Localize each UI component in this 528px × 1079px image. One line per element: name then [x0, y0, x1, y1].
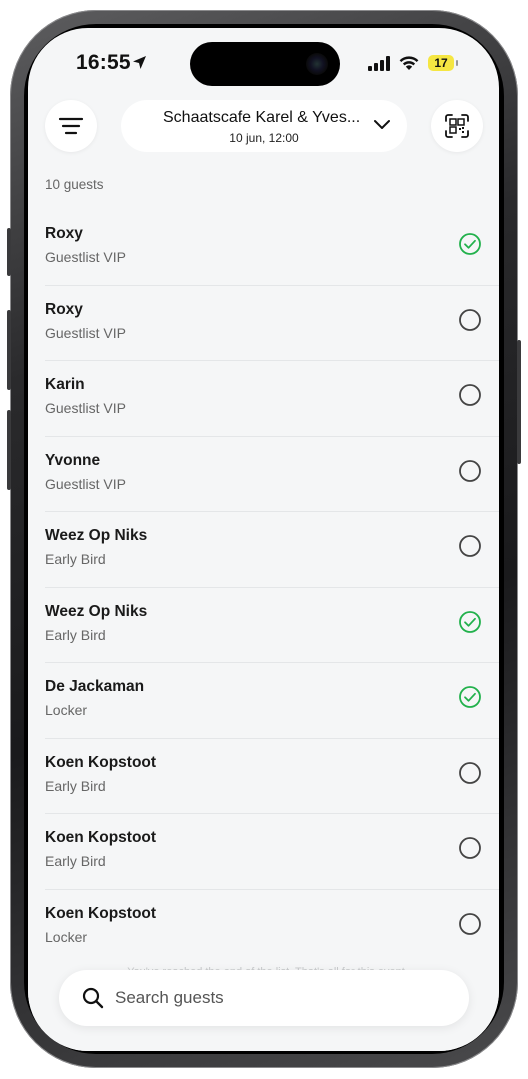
guest-name: Weez Op Niks	[45, 527, 148, 544]
guest-ticket-type: Locker	[45, 928, 88, 945]
guest-row[interactable]: Roxy Guestlist VIP	[45, 286, 499, 361]
search-bar[interactable]: Search guests	[59, 970, 469, 1026]
guest-ticket-type: Early Bird	[45, 551, 106, 567]
guest-name: Koen Kopstoot	[45, 829, 157, 846]
guest-ticket-type: Guestlist VIP	[45, 249, 126, 265]
qr-scan-button[interactable]	[431, 100, 483, 152]
battery-nub	[456, 60, 458, 66]
guest-row[interactable]: Roxy Guestlist VIP	[45, 210, 499, 286]
guest-name: Roxy	[45, 225, 83, 242]
qr-scan-icon	[445, 114, 469, 138]
guest-ticket-type: Early Bird	[45, 777, 106, 794]
guest-name: Yvonne	[45, 451, 101, 469]
event-name: Schaatscafe Karel & Yves...	[163, 109, 361, 126]
unchecked-circle-icon[interactable]	[458, 761, 482, 785]
guest-ticket-type: Locker	[45, 702, 88, 718]
menu-lines-icon	[58, 117, 84, 135]
guest-name: Koen Kopstoot	[45, 904, 157, 922]
guest-count: 10 guests	[45, 177, 104, 192]
volume-up-button	[7, 310, 11, 390]
guest-ticket-type: Guestlist VIP	[45, 400, 126, 416]
power-button	[517, 340, 521, 464]
dynamic-island	[190, 42, 340, 86]
unchecked-circle-icon[interactable]	[458, 383, 482, 407]
guest-ticket-type: Guestlist VIP	[45, 324, 126, 341]
guest-ticket-type: Guestlist VIP	[45, 475, 126, 492]
search-input[interactable]: Search guests	[115, 988, 224, 1008]
unchecked-circle-icon[interactable]	[458, 836, 482, 860]
guest-row[interactable]: Karin Guestlist VIP	[45, 361, 499, 437]
unchecked-circle-icon[interactable]	[458, 534, 482, 558]
guest-row[interactable]: Weez Op Niks Early Bird	[45, 588, 499, 663]
search-icon	[82, 987, 104, 1009]
guest-name: Roxy	[45, 300, 83, 318]
guest-ticket-type: Early Bird	[45, 626, 106, 643]
checked-in-icon[interactable]	[458, 610, 482, 634]
event-selector[interactable]: Schaatscafe Karel & Yves... 10 jun, 12:0…	[121, 100, 407, 152]
filter-menu-button[interactable]	[45, 100, 97, 152]
guest-name: Koen Kopstoot	[45, 753, 157, 771]
guest-row[interactable]: Yvonne Guestlist VIP	[45, 437, 499, 512]
status-bar: 16:55 17	[28, 28, 499, 98]
guest-name: Weez Op Niks	[45, 602, 148, 620]
guest-ticket-type: Early Bird	[45, 853, 106, 869]
event-date: 10 jun, 12:00	[229, 131, 299, 145]
volume-down-button	[7, 410, 11, 490]
location-arrow-icon	[133, 56, 146, 69]
guest-name: De Jackaman	[45, 678, 145, 695]
chevron-down-icon	[374, 120, 390, 129]
checked-in-icon[interactable]	[458, 685, 482, 709]
action-button	[7, 228, 11, 276]
checked-in-icon[interactable]	[458, 232, 482, 256]
guest-row[interactable]: Weez Op Niks Early Bird	[45, 512, 499, 588]
guest-name: Karin	[45, 376, 85, 393]
guest-row[interactable]: Koen Kopstoot Early Bird	[45, 814, 499, 890]
status-time: 16:55	[76, 51, 131, 74]
battery-indicator: 17	[428, 55, 454, 71]
unchecked-circle-icon[interactable]	[458, 912, 482, 936]
guest-list: Roxy Guestlist VIP Roxy Guestlist VIP Karin G…	[45, 210, 499, 964]
unchecked-circle-icon[interactable]	[458, 459, 482, 483]
app-screen: 16:55 17 Schaatscafe Karel & Yves... 10 …	[28, 28, 499, 1051]
guest-row[interactable]: Koen Kopstoot Early Bird	[45, 739, 499, 814]
guest-row[interactable]: De Jackaman Locker	[45, 663, 499, 739]
cellular-signal-icon	[368, 56, 390, 71]
wifi-icon	[399, 56, 419, 70]
unchecked-circle-icon[interactable]	[458, 308, 482, 332]
